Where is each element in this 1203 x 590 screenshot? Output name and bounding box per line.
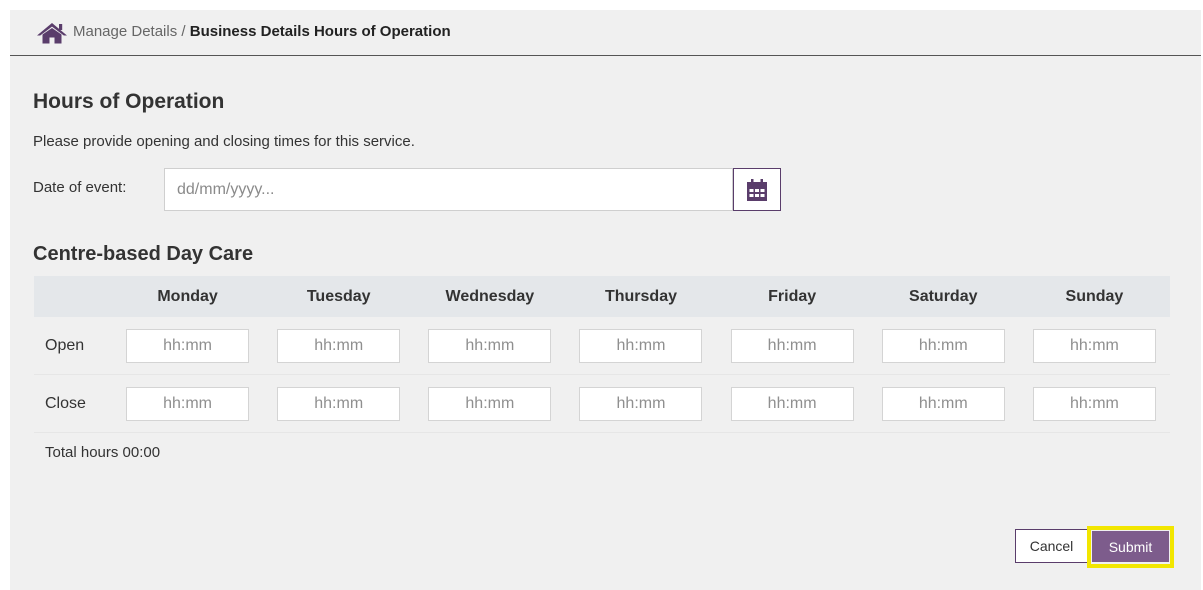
header-saturday: Saturday: [867, 276, 1019, 317]
breadcrumb: Manage Details / Business Details Hours …: [10, 10, 1201, 56]
close-cell-tuesday: [263, 374, 415, 433]
header-wednesday: Wednesday: [414, 276, 566, 317]
breadcrumb-manage-details-link[interactable]: Manage Details: [73, 23, 177, 40]
close-cell-monday: [112, 374, 264, 433]
open-cell-tuesday: [263, 317, 415, 375]
page-frame: Manage Details / Business Details Hours …: [10, 10, 1201, 590]
page-title: Hours of Operation: [33, 90, 225, 113]
open-monday-input[interactable]: [126, 328, 250, 363]
home-icon[interactable]: [36, 22, 68, 44]
header-monday: Monday: [112, 276, 264, 317]
close-monday-input[interactable]: [126, 386, 250, 421]
breadcrumb-trail: Manage Details / Business Details Hours …: [73, 23, 451, 40]
close-cell-sunday: [1018, 374, 1170, 433]
close-thursday-input[interactable]: [579, 386, 703, 421]
open-wednesday-input[interactable]: [428, 328, 552, 363]
open-sunday-input[interactable]: [1032, 328, 1156, 363]
close-cell-saturday: [867, 374, 1019, 433]
header-friday: Friday: [716, 276, 868, 317]
close-tuesday-input[interactable]: [277, 386, 401, 421]
total-hours: Total hours 00:00: [45, 444, 161, 461]
open-cell-wednesday: [414, 317, 566, 375]
close-cell-thursday: [565, 374, 717, 433]
open-row-label: Open: [34, 317, 112, 375]
open-friday-input[interactable]: [730, 328, 854, 363]
breadcrumb-separator: /: [177, 23, 190, 40]
close-row: Close: [34, 374, 1170, 433]
section-title: Centre-based Day Care: [33, 243, 254, 265]
header-tuesday: Tuesday: [263, 276, 415, 317]
breadcrumb-current: Business Details Hours of Operation: [189, 23, 451, 40]
open-cell-thursday: [565, 317, 717, 375]
open-cell-saturday: [867, 317, 1019, 375]
calendar-button[interactable]: [733, 168, 781, 211]
open-row: Open: [34, 317, 1170, 375]
close-cell-friday: [716, 374, 868, 433]
intro-text: Please provide opening and closing times…: [33, 133, 415, 150]
header-thursday: Thursday: [565, 276, 717, 317]
date-of-event-label: Date of event:: [33, 179, 127, 196]
date-of-event-input[interactable]: [164, 168, 733, 211]
open-cell-monday: [112, 317, 264, 375]
close-row-label: Close: [34, 374, 112, 433]
open-saturday-input[interactable]: [881, 328, 1005, 363]
submit-button[interactable]: Submit: [1092, 531, 1169, 562]
calendar-icon: [747, 178, 767, 201]
hours-table: Monday Tuesday Wednesday Thursday Friday…: [34, 276, 1170, 433]
table-header-row: Monday Tuesday Wednesday Thursday Friday…: [34, 276, 1170, 317]
cancel-button[interactable]: Cancel: [1015, 529, 1088, 563]
open-thursday-input[interactable]: [579, 328, 703, 363]
open-cell-friday: [716, 317, 868, 375]
close-saturday-input[interactable]: [881, 386, 1005, 421]
close-friday-input[interactable]: [730, 386, 854, 421]
open-cell-sunday: [1018, 317, 1170, 375]
close-sunday-input[interactable]: [1032, 386, 1156, 421]
open-tuesday-input[interactable]: [277, 328, 401, 363]
close-wednesday-input[interactable]: [428, 386, 552, 421]
close-cell-wednesday: [414, 374, 566, 433]
header-corner: [34, 276, 112, 317]
header-sunday: Sunday: [1018, 276, 1170, 317]
